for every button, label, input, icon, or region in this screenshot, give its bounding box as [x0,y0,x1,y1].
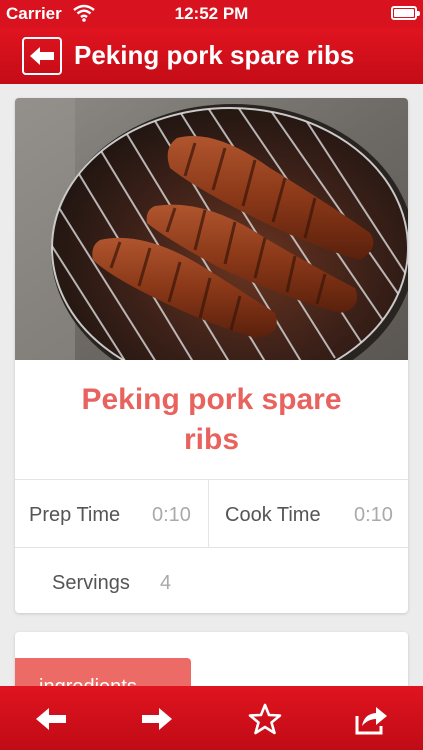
servings-value: 4 [160,572,172,594]
prep-time-label: Prep Time [29,504,121,526]
info-row-times: Prep Time 0:10 Cook Time 0:10 [15,479,408,548]
cook-time-value: 0:10 [354,504,393,526]
battery-icon [391,6,420,20]
recipe-card: Peking pork spare ribs Prep Time 0:10 Co… [15,98,408,613]
navigation-bar: Peking pork spare ribs [0,28,423,84]
back-arrow-icon [30,47,54,65]
star-icon[interactable] [248,702,282,736]
back-button[interactable] [22,37,62,75]
page-title: Peking pork spare ribs [74,40,355,70]
clock: 12:52 PM [174,4,249,23]
recipe-info-grid: Prep Time 0:10 Cook Time 0:10 Servings 4 [15,479,408,613]
cook-time-cell: Cook Time 0:10 [209,480,408,548]
arrow-right-icon[interactable] [140,702,174,736]
status-bar: Carrier 12:52 PM [0,0,423,28]
recipe-title: Peking pork spare ribs [81,383,342,456]
prep-time-cell: Prep Time 0:10 [15,480,209,548]
recipe-photo [15,98,408,360]
arrow-left-icon[interactable] [34,702,68,736]
share-icon[interactable] [354,702,388,736]
prep-time-value: 0:10 [152,504,191,526]
info-row-servings: Servings 4 [15,547,408,613]
cook-time-label: Cook Time [225,504,321,526]
bottom-toolbar [0,686,423,750]
servings-label: Servings [52,572,130,594]
